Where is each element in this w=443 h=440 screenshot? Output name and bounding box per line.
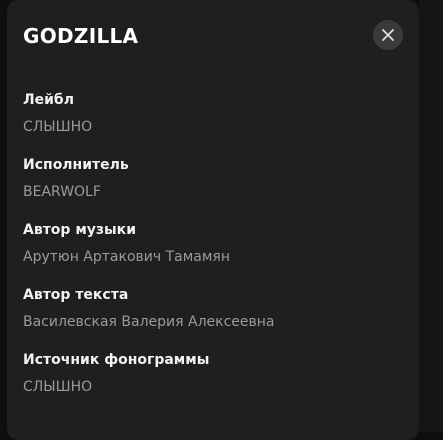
field-label: Источник фонограммы	[23, 352, 210, 368]
field-label: Автор текста	[23, 287, 129, 303]
field-label: Автор музыки	[23, 222, 136, 238]
field-value: Арутюн Артакович Тамамян	[23, 249, 230, 265]
dialog-title: GODZILLA	[23, 24, 139, 48]
close-button[interactable]	[373, 20, 403, 50]
field-music-author: Автор музыки Арутюн Артакович Тамамян	[23, 220, 403, 285]
field-label-name: Лейбл СЛЫШНО	[23, 90, 403, 155]
field-value: СЛЫШНО	[23, 119, 93, 135]
field-value: Василевская Валерия Алексеевна	[23, 314, 275, 330]
track-info-dialog: GODZILLA Лейбл СЛЫШНО Исполнитель BEARWO…	[7, 0, 419, 440]
field-artist: Исполнитель BEARWOLF	[23, 155, 403, 220]
field-lyrics-author: Автор текста Василевская Валерия Алексее…	[23, 285, 403, 350]
track-details-list: Лейбл СЛЫШНО Исполнитель BEARWOLF Автор …	[23, 90, 403, 415]
field-label: Лейбл	[23, 92, 74, 108]
field-value: СЛЫШНО	[23, 379, 93, 395]
field-phonogram-source: Источник фонограммы СЛЫШНО	[23, 350, 403, 415]
close-icon	[382, 29, 394, 41]
field-value: BEARWOLF	[23, 184, 101, 200]
scrollbar-track	[419, 0, 443, 432]
field-label: Исполнитель	[23, 157, 129, 173]
